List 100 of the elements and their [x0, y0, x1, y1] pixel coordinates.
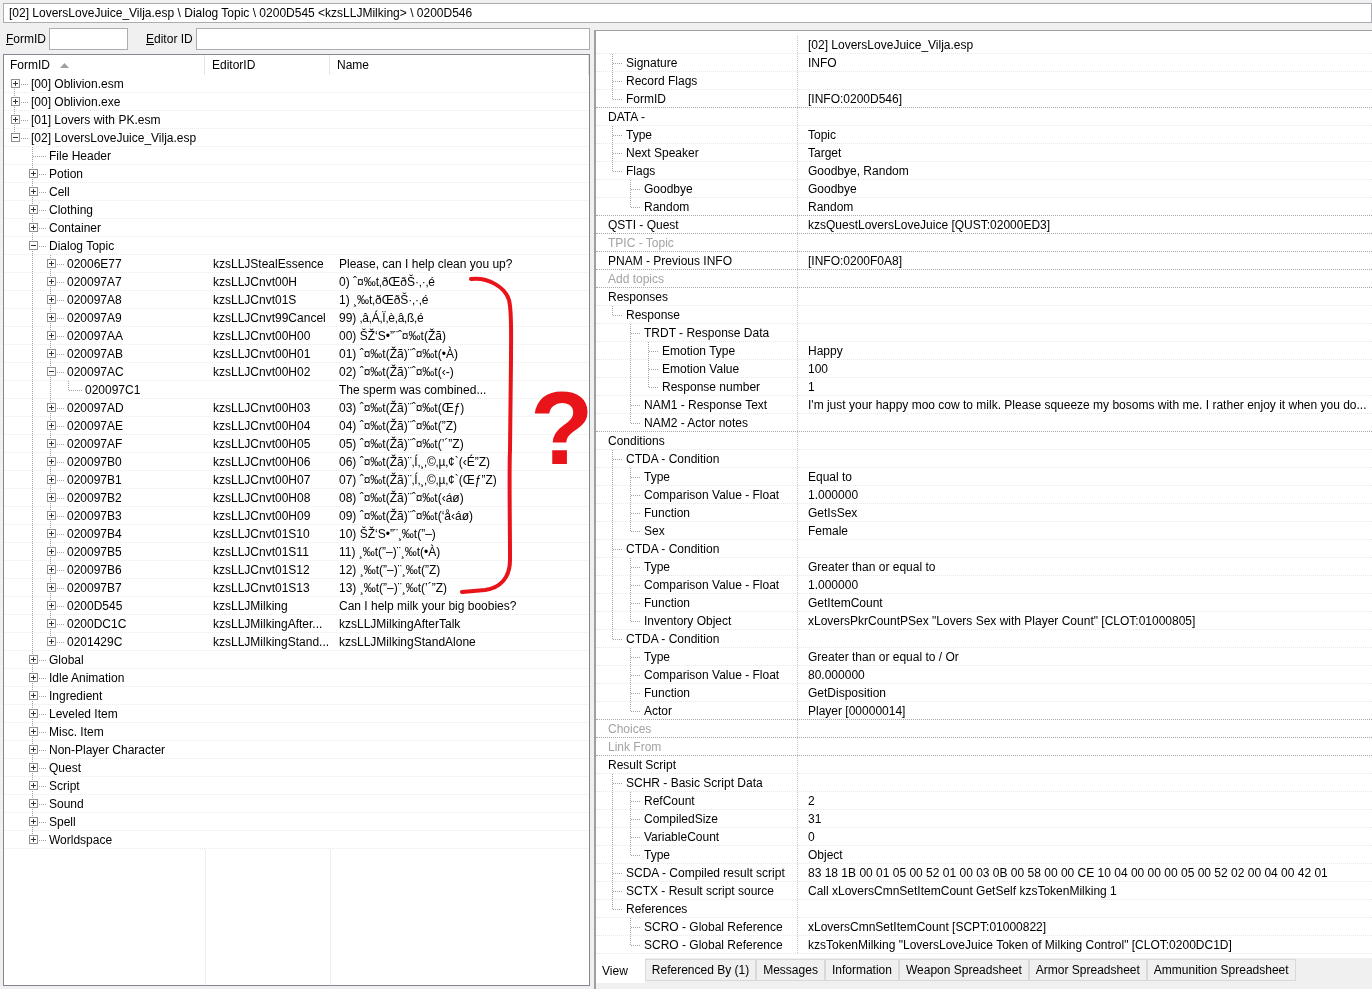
plus-box-icon[interactable] [28, 817, 38, 826]
field-label[interactable]: CTDA - Condition [626, 539, 720, 558]
field-label[interactable]: CompiledSize [644, 809, 719, 828]
field-label[interactable]: Comparison Value - Float [644, 485, 780, 504]
tree-item[interactable]: Non-Player Character [49, 740, 166, 759]
plus-box-icon[interactable] [46, 565, 56, 574]
plus-box-icon[interactable] [28, 727, 38, 736]
plus-box-icon[interactable] [46, 475, 56, 484]
tree-item[interactable]: 020097B3 [67, 506, 122, 525]
tree-item[interactable]: Dialog Topic [49, 236, 115, 255]
plus-box-icon[interactable] [46, 493, 56, 502]
field-label[interactable]: Type [644, 467, 670, 486]
column-header[interactable]: EditorID [205, 55, 330, 75]
tree-item[interactable]: 020097B6 [67, 560, 122, 579]
field-label[interactable]: FormID [626, 89, 666, 108]
plus-box-icon[interactable] [28, 205, 38, 214]
plus-box-icon[interactable] [46, 421, 56, 430]
field-label[interactable]: CTDA - Condition [626, 449, 720, 468]
tree-item[interactable]: 020097AD [67, 398, 124, 417]
field-label[interactable]: Emotion Value [662, 359, 740, 378]
tab[interactable]: Armor Spreadsheet [1028, 959, 1147, 981]
plus-box-icon[interactable] [46, 511, 56, 520]
field-label[interactable]: Inventory Object [644, 611, 732, 630]
plus-box-icon[interactable] [46, 259, 56, 268]
field-label[interactable]: Function [644, 683, 691, 702]
field-label[interactable]: SCDA - Compiled result script [626, 863, 785, 882]
plus-box-icon[interactable] [10, 97, 20, 106]
field-label[interactable]: CTDA - Condition [626, 629, 720, 648]
plus-box-icon[interactable] [28, 691, 38, 700]
plus-box-icon[interactable] [46, 277, 56, 286]
tree-item[interactable]: Quest [49, 758, 81, 777]
tree-item[interactable]: 020097AB [67, 344, 124, 363]
field-label[interactable]: Sex [644, 521, 665, 540]
tree-item[interactable]: 020097AA [67, 326, 124, 345]
tab[interactable]: Information [824, 959, 899, 981]
tree-item[interactable]: Idle Animation [49, 668, 125, 687]
tree-item[interactable]: Misc. Item [49, 722, 104, 741]
field-label[interactable]: Goodbye [644, 179, 693, 198]
tree-item[interactable]: 020097B4 [67, 524, 122, 543]
plus-box-icon[interactable] [28, 781, 38, 790]
tree-item[interactable]: 020097C1 [85, 380, 141, 399]
plus-box-icon[interactable] [46, 529, 56, 538]
plus-box-icon[interactable] [28, 673, 38, 682]
tree-item[interactable]: 020097B7 [67, 578, 122, 597]
plus-box-icon[interactable] [46, 313, 56, 322]
field-label[interactable]: RefCount [644, 791, 695, 810]
field-label[interactable]: Random [644, 197, 690, 216]
tab[interactable]: Messages [756, 959, 825, 981]
field-label[interactable]: Type [644, 845, 670, 864]
tree-item[interactable]: 0200D545 [67, 596, 123, 615]
tree-item[interactable]: Script [49, 776, 80, 795]
field-label[interactable]: Type [644, 557, 670, 576]
field-label[interactable]: DATA - [608, 107, 645, 126]
plus-box-icon[interactable] [46, 619, 56, 628]
plus-box-icon[interactable] [28, 745, 38, 754]
tree-item[interactable]: 0201429C [67, 632, 123, 651]
tree-item[interactable]: [01] Lovers with PK.esm [31, 110, 161, 129]
field-label[interactable]: Type [626, 125, 652, 144]
plus-box-icon[interactable] [28, 223, 38, 232]
tree-item[interactable]: 020097AF [67, 434, 123, 453]
tree-item[interactable]: 020097AC [67, 362, 124, 381]
tree-item[interactable]: Potion [49, 164, 84, 183]
field-label[interactable]: Function [644, 593, 691, 612]
tree-item[interactable]: 0200DC1C [67, 614, 127, 633]
column-header[interactable]: FormID [4, 55, 205, 75]
tree-item[interactable]: 020097A7 [67, 272, 122, 291]
plus-box-icon[interactable] [28, 799, 38, 808]
field-label[interactable]: SCTX - Result script source [626, 881, 775, 900]
tree-item[interactable]: 020097A8 [67, 290, 122, 309]
field-label[interactable]: Record Flags [626, 71, 698, 90]
tree-item[interactable]: 020097B1 [67, 470, 122, 489]
field-label[interactable]: Emotion Type [662, 341, 736, 360]
tree-item[interactable]: 020097B5 [67, 542, 122, 561]
plus-box-icon[interactable] [28, 655, 38, 664]
field-label[interactable]: NAM2 - Actor notes [644, 413, 749, 432]
field-label[interactable]: VariableCount [644, 827, 720, 846]
column-header[interactable]: Name [330, 55, 589, 75]
field-label[interactable]: Next Speaker [626, 143, 699, 162]
plus-box-icon[interactable] [46, 583, 56, 592]
plus-box-icon[interactable] [46, 601, 56, 610]
field-label[interactable]: Response number [662, 377, 761, 396]
field-label[interactable]: SCHR - Basic Script Data [626, 773, 763, 792]
plus-box-icon[interactable] [46, 331, 56, 340]
plus-box-icon[interactable] [46, 295, 56, 304]
plus-box-icon[interactable] [28, 187, 38, 196]
plus-box-icon[interactable] [46, 403, 56, 412]
field-label[interactable]: NAM1 - Response Text [644, 395, 768, 414]
field-label[interactable]: References [626, 899, 688, 918]
field-label[interactable]: Result Script [608, 755, 677, 774]
field-label[interactable]: Function [644, 503, 691, 522]
plus-box-icon[interactable] [46, 349, 56, 358]
tree-item[interactable]: Ingredient [49, 686, 103, 705]
field-label[interactable]: Actor [644, 701, 672, 720]
tree-item[interactable]: Spell [49, 812, 76, 831]
plus-box-icon[interactable] [46, 439, 56, 448]
field-label[interactable]: Comparison Value - Float [644, 575, 780, 594]
plus-box-icon[interactable] [28, 763, 38, 772]
minus-box-icon[interactable] [10, 133, 20, 142]
minus-box-icon[interactable] [28, 241, 38, 250]
tab[interactable]: Weapon Spreadsheet [898, 959, 1029, 981]
